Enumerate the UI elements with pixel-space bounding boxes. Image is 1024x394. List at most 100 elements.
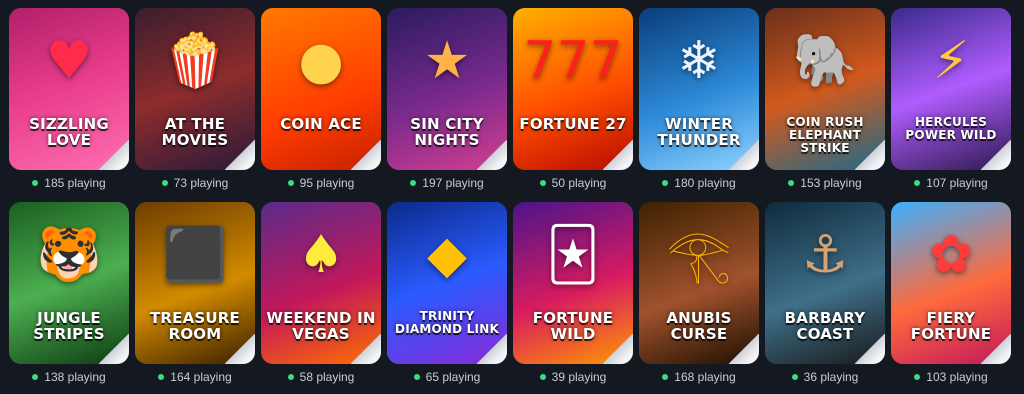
player-count: 50 playing xyxy=(539,176,607,190)
player-count-label: 50 playing xyxy=(551,176,607,190)
popcorn-icon: 🍿 xyxy=(162,31,228,91)
vegas-man-icon: ♠ xyxy=(297,225,345,285)
game-card[interactable]: ⬛ Treasure Room xyxy=(135,202,255,364)
game-tile: 🐯 Jungle Stripes 138 playing xyxy=(8,202,130,384)
page-curl-icon xyxy=(603,334,633,364)
game-tile: 𓂀 Anubis Curse 168 playing xyxy=(638,202,760,384)
player-count-label: 180 playing xyxy=(674,176,736,190)
page-curl-icon xyxy=(729,140,759,170)
game-tile: ● Coin Ace 95 playing xyxy=(260,8,382,190)
player-count: 107 playing xyxy=(914,176,988,190)
page-curl-icon xyxy=(981,334,1011,364)
game-card[interactable]: ⚓ Barbary Coast xyxy=(765,202,885,364)
online-dot-icon xyxy=(158,374,165,380)
game-card[interactable]: ❄ Winter Thunder xyxy=(639,8,759,170)
game-title: Hercules Power Wild xyxy=(905,115,997,142)
player-count: 180 playing xyxy=(662,176,736,190)
online-dot-icon xyxy=(914,374,921,380)
player-count-label: 185 playing xyxy=(44,176,106,190)
player-count: 39 playing xyxy=(539,370,607,384)
online-dot-icon xyxy=(662,180,669,186)
heart-icon: ♥ xyxy=(45,31,93,91)
game-tile: ⚓ Barbary Coast 36 playing xyxy=(764,202,886,384)
game-card[interactable]: ✿ Fiery Fortune xyxy=(891,202,1011,364)
hercules-icon: ⚡ xyxy=(932,31,970,91)
game-tile: 🍿 At the Movies 73 playing xyxy=(134,8,256,190)
player-count-label: 168 playing xyxy=(674,370,736,384)
online-dot-icon xyxy=(788,180,795,186)
elephant-icon: 🐘 xyxy=(792,31,858,91)
game-tile: ❄ Winter Thunder 180 playing xyxy=(638,8,760,190)
online-dot-icon xyxy=(410,180,417,186)
game-card[interactable]: ★ Sin City Nights xyxy=(387,8,507,170)
player-count: 164 playing xyxy=(158,370,232,384)
page-curl-icon xyxy=(477,140,507,170)
game-tile: ★ Sin City Nights 197 playing xyxy=(386,8,508,190)
player-count-label: 138 playing xyxy=(44,370,106,384)
game-grid: ♥ Sizzling Love 185 playing 🍿 At the Movies 7… xyxy=(8,8,1018,384)
player-count: 65 playing xyxy=(413,370,481,384)
game-card[interactable]: ♥ Sizzling Love xyxy=(9,8,129,170)
player-count-label: 39 playing xyxy=(551,370,607,384)
sevens-icon: 777 xyxy=(523,31,623,91)
game-card[interactable]: 🍿 At the Movies xyxy=(135,8,255,170)
game-card[interactable]: 🐘 Coin Rush Elephant Strike xyxy=(765,8,885,170)
flower-icon: ✿ xyxy=(929,225,973,285)
game-tile: 🐘 Coin Rush Elephant Strike 153 playing xyxy=(764,8,886,190)
showgirl-icon: ★ xyxy=(423,31,471,91)
player-count: 138 playing xyxy=(32,370,106,384)
game-tile: ♥ Sizzling Love 185 playing xyxy=(8,8,130,190)
online-dot-icon xyxy=(32,374,39,380)
jester-icon: 🃏 xyxy=(546,225,600,285)
game-card[interactable]: ⚡ Hercules Power Wild xyxy=(891,8,1011,170)
player-count: 168 playing xyxy=(662,370,736,384)
page-curl-icon xyxy=(225,334,255,364)
player-count-label: 95 playing xyxy=(299,176,355,190)
game-card[interactable]: 777 Fortune 27 xyxy=(513,8,633,170)
page-curl-icon xyxy=(855,334,885,364)
page-curl-icon xyxy=(99,334,129,364)
page-curl-icon xyxy=(855,140,885,170)
game-title: Trinity Diamond Link xyxy=(395,309,499,336)
player-count-label: 164 playing xyxy=(170,370,232,384)
anubis-icon: 𓂀 xyxy=(666,225,732,285)
online-dot-icon xyxy=(161,180,168,186)
game-tile: ⬛ Treasure Room 164 playing xyxy=(134,202,256,384)
game-tile: 777 Fortune 27 50 playing xyxy=(512,8,634,190)
player-count: 95 playing xyxy=(287,176,355,190)
page-curl-icon xyxy=(603,140,633,170)
game-tile: 🃏 Fortune Wild 39 playing xyxy=(512,202,634,384)
wolf-icon: ❄ xyxy=(677,31,721,91)
game-card[interactable]: ◆ Trinity Diamond Link xyxy=(387,202,507,364)
game-tile: ✿ Fiery Fortune 103 playing xyxy=(890,202,1012,384)
game-card[interactable]: ♠ Weekend in Vegas xyxy=(261,202,381,364)
online-dot-icon xyxy=(539,374,546,380)
online-dot-icon xyxy=(662,374,669,380)
game-card[interactable]: 🐯 Jungle Stripes xyxy=(9,202,129,364)
player-count: 185 playing xyxy=(32,176,106,190)
online-dot-icon xyxy=(287,180,294,186)
player-count-label: 153 playing xyxy=(800,176,862,190)
game-card[interactable]: ● Coin Ace xyxy=(261,8,381,170)
player-count-label: 65 playing xyxy=(425,370,481,384)
online-dot-icon xyxy=(914,180,921,186)
online-dot-icon xyxy=(791,374,798,380)
game-title: Fortune 27 xyxy=(519,115,627,133)
player-count-label: 36 playing xyxy=(803,370,859,384)
treasure-chest-icon: ⬛ xyxy=(162,225,228,285)
game-tile: ♠ Weekend in Vegas 58 playing xyxy=(260,202,382,384)
online-dot-icon xyxy=(539,180,546,186)
coin-icon: ● xyxy=(298,31,344,91)
player-count: 197 playing xyxy=(410,176,484,190)
page-curl-icon xyxy=(729,334,759,364)
page-curl-icon xyxy=(981,140,1011,170)
player-count-label: 73 playing xyxy=(173,176,229,190)
player-count: 58 playing xyxy=(287,370,354,384)
page-curl-icon xyxy=(351,334,381,364)
game-card[interactable]: 🃏 Fortune Wild xyxy=(513,202,633,364)
page-curl-icon xyxy=(225,140,255,170)
game-tile: ◆ Trinity Diamond Link 65 playing xyxy=(386,202,508,384)
player-count-label: 107 playing xyxy=(926,176,988,190)
game-card[interactable]: 𓂀 Anubis Curse xyxy=(639,202,759,364)
player-count: 103 playing xyxy=(914,370,988,384)
